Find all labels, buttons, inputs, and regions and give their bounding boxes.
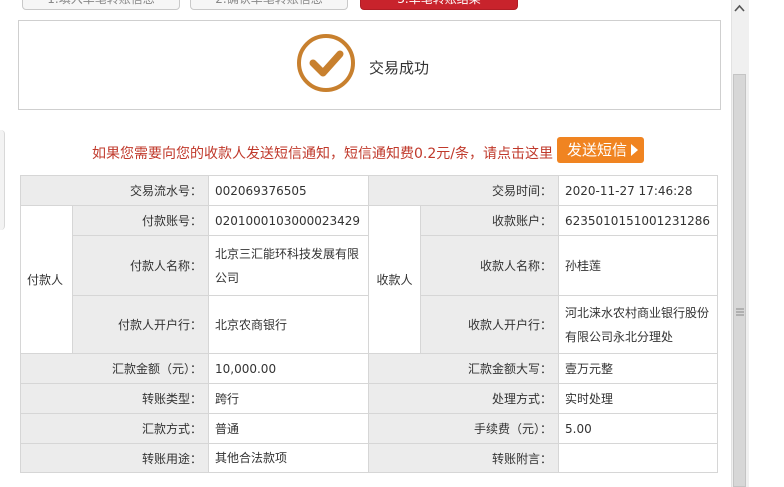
table-row: 付款人 付款账号： 0201000103000023429 收款人 收款账户： … — [20, 205, 718, 354]
payer-name-label: 付款人名称： — [72, 235, 209, 296]
step-tab-1: 1.填入单笔转账信息 — [22, 0, 180, 10]
check-circle-icon — [297, 34, 355, 92]
transfer-type-label: 转账类型： — [20, 383, 209, 414]
payee-account-label: 收款账户： — [420, 205, 559, 236]
table-row: 汇款方式： 普通 手续费（元）： 5.00 — [20, 413, 718, 444]
status-text: 交易成功 — [369, 59, 430, 77]
send-sms-button[interactable]: 发送短信 — [557, 137, 644, 163]
serial-label: 交易流水号： — [20, 175, 209, 206]
memo-label: 转账附言： — [368, 443, 559, 473]
payer-name-value: 北京三汇能环科技发展有限公司 — [208, 235, 369, 296]
play-arrow-icon — [631, 144, 638, 156]
payer-account-label: 付款账号： — [72, 205, 209, 236]
remit-method-value: 普通 — [208, 413, 369, 444]
grip-icon — [736, 308, 744, 316]
table-row: 汇款金额（元）： 10,000.00 汇款金额大写： 壹万元整 — [20, 353, 718, 384]
amount-upper-value: 壹万元整 — [558, 353, 718, 384]
scrollbar-thumb[interactable] — [733, 74, 746, 487]
result-panel: 交易成功 — [18, 20, 721, 110]
time-label: 交易时间： — [368, 175, 559, 206]
payee-group-label: 收款人 — [368, 205, 421, 354]
payer-group-label: 付款人 — [20, 205, 73, 354]
table-row: 转账用途： 其他合法款项 转账附言： — [20, 443, 718, 473]
remit-method-label: 汇款方式： — [20, 413, 209, 444]
payee-bank-value: 河北涞水农村商业银行股份有限公司永北分理处 — [558, 295, 718, 354]
transfer-detail-table: 交易流水号： 002069376505 交易时间： 2020-11-27 17:… — [20, 175, 718, 473]
payee-bank-label: 收款人开户行： — [420, 295, 559, 354]
fee-value: 5.00 — [558, 413, 718, 444]
step-tab-3: 3.单笔转账结果 — [360, 0, 518, 10]
table-row: 交易流水号： 002069376505 交易时间： 2020-11-27 17:… — [20, 175, 718, 206]
payee-name-label: 收款人名称： — [420, 235, 559, 296]
scroll-up-arrow-icon[interactable] — [731, 0, 748, 17]
step-tab-2: 2.确认单笔转账信息 — [190, 0, 348, 10]
purpose-value: 其他合法款项 — [208, 443, 369, 473]
send-sms-button-label: 发送短信 — [567, 141, 628, 159]
payer-bank-label: 付款人开户行： — [72, 295, 209, 354]
amount-upper-label: 汇款金额大写： — [368, 353, 559, 384]
amount-label: 汇款金额（元）： — [20, 353, 209, 384]
sms-notice-text: 如果您需要向您的收款人发送短信通知，短信通知费0.2元/条，请点击这里 — [92, 146, 553, 162]
process-label: 处理方式： — [368, 383, 559, 414]
amount-value: 10,000.00 — [208, 353, 369, 384]
payer-bank-value: 北京农商银行 — [208, 295, 369, 354]
fee-label: 手续费（元）： — [368, 413, 559, 444]
time-value: 2020-11-27 17:46:28 — [558, 175, 718, 206]
payer-account-value: 0201000103000023429 — [208, 205, 369, 236]
purpose-label: 转账用途： — [20, 443, 209, 473]
process-value: 实时处理 — [558, 383, 718, 414]
payee-name-value: 孙桂莲 — [558, 235, 718, 296]
memo-value — [558, 443, 718, 473]
transfer-type-value: 跨行 — [208, 383, 369, 414]
serial-value: 002069376505 — [208, 175, 369, 206]
left-edge-panel — [0, 130, 5, 230]
payee-account-value: 6235010151001231286 — [558, 205, 718, 236]
table-row: 转账类型： 跨行 处理方式： 实时处理 — [20, 383, 718, 414]
